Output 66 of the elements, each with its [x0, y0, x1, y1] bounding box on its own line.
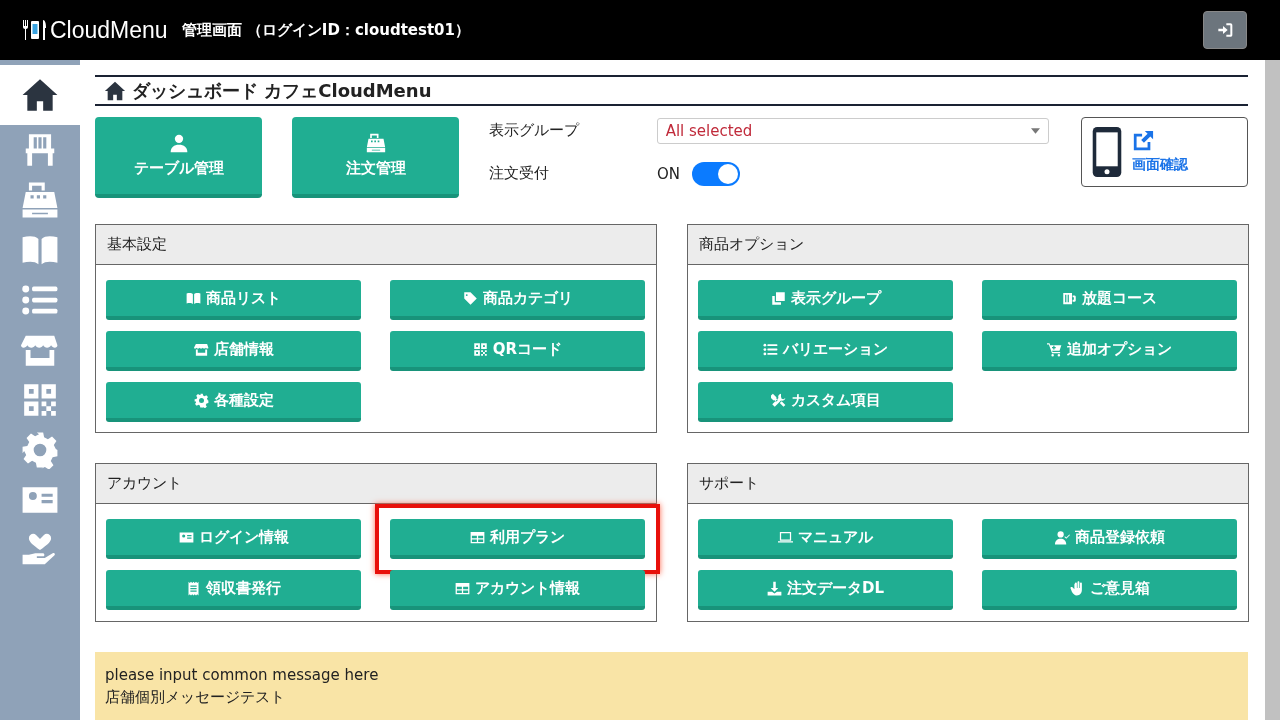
user-icon: [168, 133, 189, 153]
clone-icon: [770, 290, 786, 306]
menu-button[interactable]: 店舗情報: [106, 331, 361, 371]
menu-button[interactable]: 商品登録依頼: [982, 519, 1237, 559]
panel-title: 商品オプション: [699, 235, 804, 254]
mug-icon: [1062, 290, 1077, 306]
toggle-switch[interactable]: [692, 161, 741, 186]
menu-button[interactable]: バリエーション: [698, 331, 953, 371]
quick-button[interactable]: テーブル管理: [95, 117, 262, 198]
menu-button[interactable]: 商品リスト: [106, 280, 361, 320]
menu-button[interactable]: アカウント情報: [390, 570, 645, 610]
quick-button[interactable]: 注文管理: [292, 117, 459, 198]
select-field[interactable]: All selected: [656, 117, 1049, 144]
field-label: 注文受付: [489, 164, 550, 183]
menu-button[interactable]: マニュアル: [698, 519, 953, 559]
fork-phone-knife-icon: [22, 18, 48, 42]
menu-button[interactable]: 利用プラン: [390, 519, 645, 559]
scrollbar[interactable]: [1265, 60, 1280, 720]
store-icon: [193, 341, 209, 357]
laptop-icon: [778, 529, 793, 545]
message-text: please input common message here: [105, 665, 380, 686]
panel-title: 基本設定: [107, 235, 167, 254]
logo-text: CloudMenu: [50, 16, 168, 44]
list-icon: [763, 341, 778, 357]
menu-button[interactable]: ご意見箱: [982, 570, 1237, 610]
caret-icon: [1031, 127, 1040, 134]
logout-icon: [1217, 22, 1233, 38]
hand-icon: [1069, 580, 1085, 596]
message-text: 店舗個別メッセージテスト: [105, 687, 286, 708]
gear-icon: [193, 392, 209, 408]
menu-button[interactable]: 商品カテゴリ: [390, 280, 645, 320]
qr-icon: [472, 341, 488, 357]
receipt-icon: [186, 580, 201, 596]
switch-state-text: ON: [657, 164, 681, 183]
home-icon: [104, 79, 126, 102]
menu-button[interactable]: 放題コース: [982, 280, 1237, 320]
logout-button[interactable]: [1203, 11, 1247, 49]
download-icon: [767, 580, 782, 596]
menu-button[interactable]: 領収書発行: [106, 570, 361, 610]
register-icon: [21, 181, 59, 219]
menu-button[interactable]: 表示グループ: [698, 280, 953, 320]
tag-icon: [462, 290, 478, 306]
panel-title: アカウント: [107, 474, 182, 493]
book-icon: [186, 290, 201, 306]
menu-button[interactable]: QRコード: [390, 331, 645, 371]
preview-button[interactable]: 画面確認: [1081, 117, 1248, 187]
table-icon: [455, 580, 470, 596]
menu-button[interactable]: ログイン情報: [106, 519, 361, 559]
menu-button[interactable]: カスタム項目: [698, 382, 953, 422]
qr-icon: [21, 381, 59, 419]
cart-icon: [1047, 341, 1062, 357]
page-title: ダッシュボード カフェCloudMenu: [132, 78, 432, 103]
tools-icon: [770, 392, 786, 408]
menu-button[interactable]: 注文データDL: [698, 570, 953, 610]
panel-title: サポート: [699, 474, 759, 493]
menu-button[interactable]: 追加オプション: [982, 331, 1237, 371]
sidebar-item[interactable]: [0, 65, 80, 125]
register-icon: [365, 133, 386, 153]
usercheck-icon: [1054, 529, 1070, 545]
gear-icon: [21, 431, 59, 469]
menu-button[interactable]: 各種設定: [106, 382, 361, 422]
header-title: 管理画面 （ログインID：cloudtest01）: [181, 20, 470, 40]
external-link-icon: [1132, 130, 1154, 152]
field-label: 表示グループ: [489, 121, 581, 140]
smartphone-icon: [1092, 127, 1122, 177]
table-icon: [470, 529, 485, 545]
